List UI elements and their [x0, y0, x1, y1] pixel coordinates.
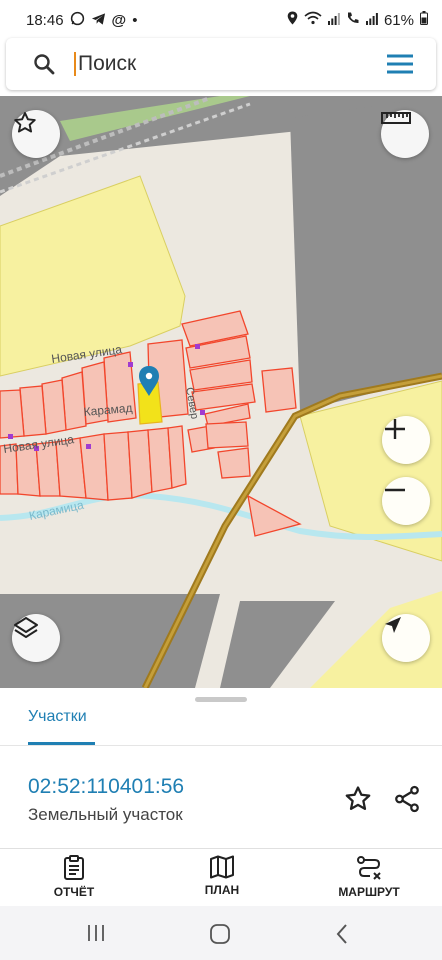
tab-parcels[interactable]: Участки: [28, 708, 87, 726]
recent-apps-icon[interactable]: [86, 923, 106, 943]
ruler-button[interactable]: [381, 110, 429, 158]
layers-button[interactable]: [12, 614, 60, 662]
star-outline-icon: [14, 112, 36, 133]
volte-call-icon: [346, 11, 360, 29]
zoom-in-button[interactable]: [382, 416, 430, 464]
plus-icon: [385, 419, 405, 439]
battery-level: 61%: [383, 11, 414, 29]
search-input[interactable]: Поиск: [78, 52, 136, 76]
map-view[interactable]: Новая улица Новая улица Карамад Карамица…: [0, 96, 442, 688]
map-icon: [210, 855, 234, 879]
at-icon: @: [111, 12, 127, 29]
status-bar: 18:46 @ • 61%: [0, 0, 442, 38]
favorites-button[interactable]: [12, 110, 60, 158]
parcel-type: Земельный участок: [28, 805, 183, 824]
route-icon: [357, 856, 381, 880]
nav-report-button[interactable]: ОТЧЁТ: [50, 855, 98, 899]
zoom-out-button[interactable]: [382, 477, 430, 525]
my-location-button[interactable]: [382, 614, 430, 662]
text-cursor: [74, 52, 76, 76]
location-icon: [287, 11, 298, 29]
battery-icon: [420, 11, 428, 29]
share-icon[interactable]: [392, 784, 422, 814]
drag-handle[interactable]: [195, 697, 247, 702]
cadastral-number[interactable]: 02:52:110401:56: [28, 775, 184, 799]
favorite-star-icon[interactable]: [343, 784, 373, 814]
clock: 18:46: [26, 12, 64, 29]
minus-icon: [385, 488, 405, 492]
layers-icon: [14, 617, 38, 638]
nav-report-label: ОТЧЁТ: [53, 885, 95, 899]
navigation-arrow-icon: [385, 617, 401, 633]
divider: [0, 745, 442, 746]
whatsapp-icon: [70, 11, 85, 30]
notification-dot: •: [132, 12, 138, 29]
signal-icon: [327, 12, 340, 29]
search-icon: [34, 54, 55, 75]
back-icon[interactable]: [334, 923, 350, 945]
tab-indicator: [28, 742, 95, 745]
home-icon[interactable]: [209, 923, 231, 945]
search-bar[interactable]: Поиск: [6, 38, 436, 90]
nav-plan-button[interactable]: ПЛАН: [198, 855, 246, 897]
nav-route-label: МАРШРУТ: [338, 885, 400, 899]
wifi-icon: [304, 11, 322, 29]
nav-plan-label: ПЛАН: [204, 883, 240, 897]
nav-route-button[interactable]: МАРШРУТ: [334, 855, 404, 899]
clipboard-icon: [64, 855, 84, 880]
signal-icon-2: [365, 12, 378, 29]
hamburger-menu-icon[interactable]: [386, 54, 414, 74]
bottom-navigation: ОТЧЁТ ПЛАН МАРШРУТ: [0, 848, 442, 907]
telegram-icon: [91, 12, 106, 30]
ruler-icon: [381, 112, 411, 124]
system-navigation-bar: [0, 906, 442, 960]
